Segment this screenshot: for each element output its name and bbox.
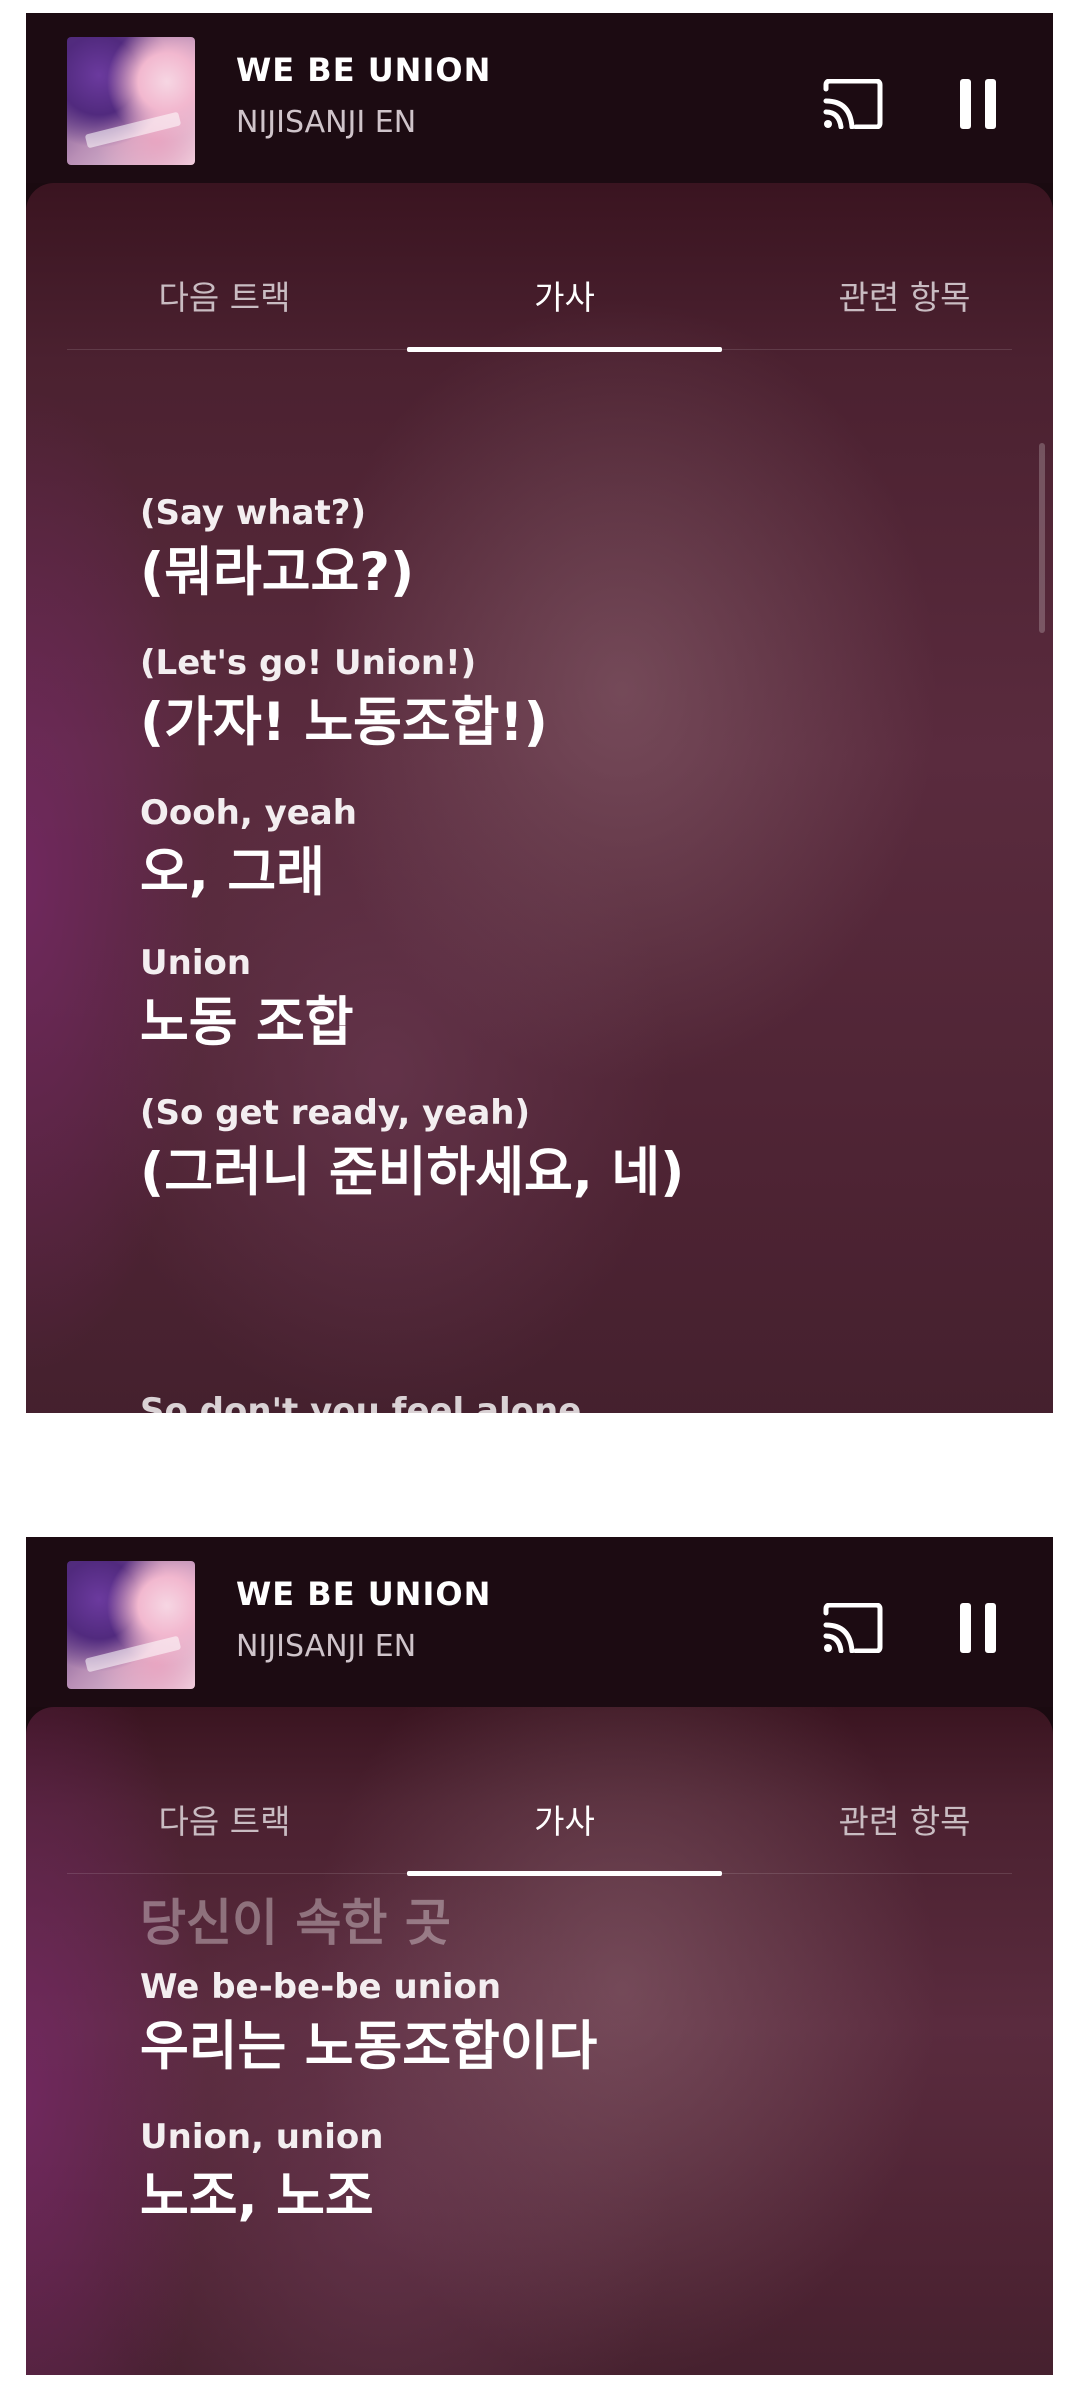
tab-related[interactable]: 관련 항목: [747, 1795, 1053, 1843]
lyric-line-original: (Say what?): [140, 493, 366, 533]
lyric-line-translation: (가자! 노동조합!): [140, 692, 548, 753]
lyric-line-translation: (그러니 준비하세요, 네): [140, 1142, 685, 1203]
now-playing-screen-bottom: WE BE UNION NIJISANJI EN 다음 트랙 가사 관련 항목 …: [26, 1537, 1053, 2375]
tab-bar: 다음 트랙 가사 관련 항목: [67, 183, 1012, 352]
lyrics-panel[interactable]: 다음 트랙 가사 관련 항목 당신이 속한 곳 We be-be-be unio…: [26, 1707, 1053, 2375]
lyrics-list[interactable]: We be-be-be union 우리는 노동조합이다 Union, unio…: [140, 1964, 1013, 2264]
lyric-line-original: We be-be-be union: [140, 1967, 502, 2007]
tab-lyrics[interactable]: 가사: [407, 1795, 722, 1843]
pause-icon: [960, 1603, 996, 1653]
lyric-line-translation: (뭐라고요?): [140, 542, 415, 603]
cast-button[interactable]: [822, 1602, 884, 1654]
lyrics-panel[interactable]: 다음 트랙 가사 관련 항목 (Say what?) (뭐라고요?) (Let'…: [26, 183, 1053, 1413]
now-playing-screen-top: WE BE UNION NIJISANJI EN 다음 트랙 가사 관련 항목: [26, 13, 1053, 1413]
lyric-line-translation: 노조, 노조: [140, 2166, 374, 2227]
lyric-line-original: (So get ready, yeah): [140, 1093, 531, 1133]
track-title: WE BE UNION: [236, 1575, 492, 1613]
album-art: [67, 1561, 195, 1689]
cast-icon: [823, 1602, 883, 1654]
lyric-line-partial: So don't you feel alone: [140, 1391, 582, 1413]
album-art-logo: [84, 111, 182, 149]
lyric-line-original: Union: [140, 943, 252, 983]
track-artist: NIJISANJI EN: [236, 1629, 417, 1664]
pause-button[interactable]: [958, 77, 998, 131]
mini-player[interactable]: WE BE UNION NIJISANJI EN: [26, 13, 1053, 183]
track-title: WE BE UNION: [236, 51, 492, 89]
scrollbar[interactable]: [1039, 443, 1045, 633]
lyric-line-original: Oooh, yeah: [140, 793, 357, 833]
cast-icon: [823, 78, 883, 130]
lyric-line-original: Union, union: [140, 2117, 384, 2157]
tab-up-next[interactable]: 다음 트랙: [67, 1795, 382, 1843]
lyric-line-translation: 우리는 노동조합이다: [140, 2016, 598, 2077]
album-art: [67, 37, 195, 165]
pause-button[interactable]: [958, 1601, 998, 1655]
cast-button[interactable]: [822, 78, 884, 130]
track-artist: NIJISANJI EN: [236, 105, 417, 140]
tab-up-next[interactable]: 다음 트랙: [67, 271, 382, 319]
tab-lyrics[interactable]: 가사: [407, 271, 722, 319]
pause-icon: [960, 79, 996, 129]
lyric-line-translation: 노동 조합: [140, 992, 354, 1053]
lyric-line-partial: 당신이 속한 곳: [140, 1894, 451, 1952]
lyric-line-translation: 오, 그래: [140, 842, 325, 903]
album-art-logo: [84, 1635, 182, 1673]
lyrics-list[interactable]: (Say what?) (뭐라고요?) (Let's go! Union!) (…: [140, 490, 1013, 1240]
mini-player[interactable]: WE BE UNION NIJISANJI EN: [26, 1537, 1053, 1707]
active-tab-indicator: [407, 1871, 722, 1876]
tab-bar: 다음 트랙 가사 관련 항목: [67, 1707, 1012, 1876]
active-tab-indicator: [407, 347, 722, 352]
lyric-line-original: (Let's go! Union!): [140, 643, 477, 683]
tab-related[interactable]: 관련 항목: [747, 271, 1053, 319]
